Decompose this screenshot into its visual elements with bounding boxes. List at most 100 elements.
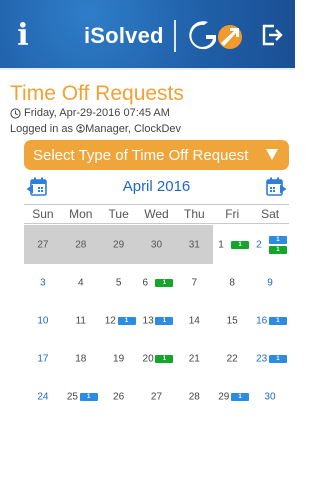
day-number: 28 <box>188 391 200 403</box>
logged-in-user: Manager, ClockDev <box>85 123 182 135</box>
calendar-day[interactable]: 21 <box>175 340 213 378</box>
calendar-day[interactable]: 15 <box>213 302 251 340</box>
day-number: 4 <box>77 277 84 289</box>
request-badges: 1 <box>117 317 136 325</box>
pending-request-badge[interactable]: 1 <box>79 393 98 401</box>
info-icon: i <box>17 17 29 53</box>
calendar-day[interactable]: 23 1 <box>251 340 289 378</box>
logged-in-status: Logged in as Manager, ClockDev <box>10 123 181 135</box>
weekday-label: Thu <box>184 207 205 221</box>
calendar-day[interactable]: 11 <box>213 225 251 264</box>
weekday-label: Tue <box>108 207 129 221</box>
calendar-day[interactable]: 25 1 <box>62 378 100 416</box>
calendar-day-prev-month[interactable]: 30 <box>137 225 176 264</box>
calendar-day[interactable]: 27 <box>138 378 176 416</box>
calendar-day[interactable]: 22 <box>213 340 251 378</box>
calendar-week-row: 17 18 19 20 1 21 22 23 1 <box>24 340 289 378</box>
request-badges: 1 <box>268 355 287 363</box>
calendar-day[interactable]: 7 <box>175 264 213 302</box>
calendar-day[interactable]: 10 <box>24 302 62 340</box>
day-number: 3 <box>40 277 46 289</box>
pending-request-badge[interactable]: 1 <box>155 317 174 325</box>
logo-divider <box>173 20 176 52</box>
weekday-header: Sun Mon Tue Wed Thu Fri Sat <box>24 204 289 224</box>
calendar-day[interactable]: 61 <box>138 264 176 302</box>
day-number: 30 <box>264 391 276 403</box>
weekday-label: Fri <box>225 207 240 221</box>
calendar-day[interactable]: 17 <box>24 340 62 378</box>
calendar-day[interactable]: 20 1 <box>138 340 176 378</box>
approved-request-badge[interactable]: 1 <box>155 279 174 287</box>
go-logo-icon <box>188 21 242 50</box>
info-button[interactable]: i <box>12 16 34 54</box>
pending-request-badge[interactable]: 1 <box>117 317 136 325</box>
month-navigation: April 2016 <box>24 176 289 198</box>
calendar-day[interactable]: 29 1 <box>213 378 251 416</box>
page-title: Time Off Requests <box>10 82 184 105</box>
next-month-icon[interactable] <box>265 177 287 197</box>
calendar-week-row: 3 4 5 61 7 8 9 <box>24 264 289 302</box>
pending-request-badge[interactable]: 1 <box>231 393 250 401</box>
day-number: 18 <box>75 353 87 365</box>
current-datetime: Friday, Apr-29-2016 07:45 AM <box>10 107 170 119</box>
calendar-day[interactable]: 16 1 <box>251 302 289 340</box>
day-number: 8 <box>229 277 235 289</box>
day-number: 31 <box>188 239 200 250</box>
calendar-day[interactable]: 26 <box>100 378 138 416</box>
pending-request-badge[interactable]: 1 <box>268 317 287 325</box>
day-number: 21 <box>188 353 200 365</box>
day-number: 26 <box>113 391 125 403</box>
day-number: 19 <box>113 353 125 365</box>
day-number: 27 <box>150 391 163 403</box>
calendar-day[interactable]: 211 <box>251 225 289 264</box>
calendar-day[interactable]: 9 <box>251 264 289 302</box>
day-number: 15 <box>226 315 238 327</box>
calendar-day[interactable]: 3 <box>24 264 62 302</box>
clock-icon <box>10 107 21 119</box>
approved-request-badge[interactable]: 1 <box>231 240 250 249</box>
time-off-type-select[interactable]: Select Type of Time Off Request <box>24 140 289 170</box>
calendar-day[interactable]: 12 1 <box>100 302 138 340</box>
calendar-day[interactable]: 18 <box>62 340 100 378</box>
select-label: Select Type of Time Off Request <box>33 146 249 164</box>
day-number: 28 <box>75 239 87 250</box>
calendar-day[interactable]: 4 <box>62 264 100 302</box>
request-badges: 1 <box>155 317 174 325</box>
logout-icon[interactable] <box>259 22 285 48</box>
calendar-day[interactable]: 14 <box>175 302 213 340</box>
calendar-day[interactable]: 24 <box>24 378 62 416</box>
calendar-day[interactable]: 28 <box>175 378 213 416</box>
calendar-day[interactable]: 5 <box>100 264 138 302</box>
approved-request-badge[interactable]: 1 <box>155 355 174 363</box>
calendar-day-prev-month[interactable]: 28 <box>61 225 100 264</box>
weekday-label: Sun <box>32 207 54 221</box>
day-number: 29 <box>113 239 125 250</box>
day-number: 22 <box>226 353 238 365</box>
calendar-day-prev-month[interactable]: 29 <box>99 225 138 264</box>
request-badges: 1 <box>268 317 287 325</box>
calendar-day[interactable]: 19 <box>100 340 138 378</box>
calendar-day[interactable]: 11 <box>62 302 100 340</box>
calendar-day[interactable]: 8 <box>213 264 251 302</box>
logged-in-prefix: Logged in as <box>10 123 77 135</box>
weekday-label: Sat <box>261 207 280 221</box>
month-label: April 2016 <box>122 178 191 195</box>
calendar-day-prev-month[interactable]: 31 <box>175 225 214 264</box>
day-number: 9 <box>267 277 273 289</box>
calendar-grid: 27 28 29 30 31 1 1 2 1 1 3 4 5 6 1 7 8 9 10 11 12 1 13 1 14 15 16 1… <box>24 225 289 416</box>
request-badges: 1 <box>231 393 250 401</box>
day-number: 11 <box>75 315 86 327</box>
day-number: 27 <box>37 239 49 250</box>
approved-request-badge[interactable]: 1 <box>268 245 287 254</box>
calendar-day[interactable]: 13 1 <box>138 302 176 340</box>
day-number: 30 <box>150 239 163 250</box>
pending-request-badge[interactable]: 1 <box>268 355 287 363</box>
calendar-day-prev-month[interactable]: 27 <box>24 225 62 264</box>
request-badges: 1 <box>231 240 250 249</box>
day-number: 10 <box>37 315 49 327</box>
pending-request-badge[interactable]: 1 <box>268 235 287 244</box>
calendar-day[interactable]: 30 <box>251 378 289 416</box>
request-badges: 1 <box>155 355 174 363</box>
isolved-go-logo: iSolved <box>84 18 248 54</box>
request-badges: 1 <box>79 393 98 401</box>
